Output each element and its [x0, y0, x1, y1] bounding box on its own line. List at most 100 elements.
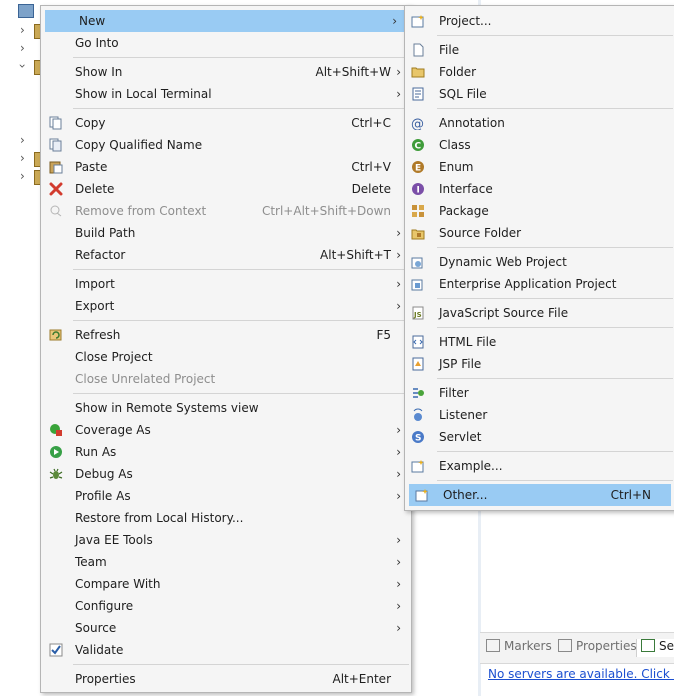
menu-item-coverage-as[interactable]: Coverage As › — [41, 419, 411, 441]
shortcut-label: F5 — [376, 328, 391, 342]
submenu-arrow-icon: › — [396, 248, 401, 262]
submenu-item-folder[interactable]: Folder — [405, 61, 674, 83]
submenu-item-jsp-file[interactable]: JSP File — [405, 353, 674, 375]
tab-servers-label: Se — [659, 639, 674, 653]
tree-row[interactable]: › — [0, 166, 46, 188]
tab-markers-label: Markers — [504, 639, 552, 653]
shortcut-label: Ctrl+Alt+Shift+Down — [261, 204, 391, 218]
submenu-item-package[interactable]: Package — [405, 200, 674, 222]
chevron-right-icon[interactable]: › — [20, 133, 25, 147]
source-folder-icon — [411, 229, 425, 240]
submenu-item-enum[interactable]: E Enum — [405, 156, 674, 178]
menu-item-build-path[interactable]: Build Path › — [41, 222, 411, 244]
submenu-item-jsp-file-label: JSP File — [439, 357, 482, 371]
menu-separator — [73, 393, 409, 394]
submenu-item-dynamic-web-project[interactable]: Dynamic Web Project — [405, 251, 674, 273]
menu-item-refactor[interactable]: Refactor Alt+Shift+T › — [41, 244, 411, 266]
menu-separator — [437, 108, 673, 109]
submenu-item-interface[interactable]: I Interface — [405, 178, 674, 200]
menu-item-java-ee-tools[interactable]: Java EE Tools › — [41, 529, 411, 551]
menu-item-paste[interactable]: Paste Ctrl+V — [41, 156, 411, 178]
submenu-item-annotation[interactable]: @ Annotation — [405, 112, 674, 134]
menu-item-configure[interactable]: Configure › — [41, 595, 411, 617]
menu-item-compare-with[interactable]: Compare With › — [41, 573, 411, 595]
submenu-item-example[interactable]: Example... — [405, 455, 674, 477]
chevron-down-icon[interactable]: › — [15, 64, 29, 69]
menu-item-copy[interactable]: Copy Ctrl+C — [41, 112, 411, 134]
menu-item-import[interactable]: Import › — [41, 273, 411, 295]
menu-separator — [437, 35, 673, 36]
tab-properties[interactable]: Properties — [558, 639, 637, 657]
submenu-arrow-icon: › — [392, 14, 397, 28]
submenu-item-other[interactable]: Other... Ctrl+N — [409, 484, 671, 506]
menu-separator — [73, 57, 409, 58]
menu-item-close-unrelated-label: Close Unrelated Project — [75, 372, 216, 386]
submenu-arrow-icon: › — [396, 87, 401, 101]
submenu-arrow-icon: › — [396, 445, 401, 459]
interface-icon: I — [412, 183, 424, 196]
submenu-item-annotation-label: Annotation — [439, 116, 505, 130]
menu-item-team[interactable]: Team › — [41, 551, 411, 573]
submenu-item-sql-file[interactable]: SQL File — [405, 83, 674, 105]
menu-item-properties[interactable]: Properties Alt+Enter — [41, 668, 411, 690]
menu-item-copy-qualified-name[interactable]: Copy Qualified Name — [41, 134, 411, 156]
submenu-arrow-icon: › — [396, 226, 401, 240]
chevron-right-icon[interactable]: › — [20, 41, 25, 55]
markers-icon — [486, 639, 500, 652]
submenu-item-javascript-source-file[interactable]: JS JavaScript Source File — [405, 302, 674, 324]
svg-text:S: S — [415, 434, 421, 444]
submenu-item-filter[interactable]: Filter — [405, 382, 674, 404]
menu-item-show-remote-label: Show in Remote Systems view — [75, 401, 259, 415]
submenu-arrow-icon: › — [396, 577, 401, 591]
svg-text:JS: JS — [413, 311, 422, 319]
menu-item-validate[interactable]: Validate — [41, 639, 411, 661]
debug-bug-icon — [49, 468, 63, 479]
submenu-item-html-file[interactable]: HTML File — [405, 331, 674, 353]
svg-text:I: I — [417, 186, 420, 196]
menu-item-close-unrelated-project[interactable]: Close Unrelated Project — [41, 368, 411, 390]
chevron-right-icon[interactable]: › — [20, 23, 25, 37]
tab-properties-label: Properties — [576, 639, 637, 653]
menu-item-show-in-terminal[interactable]: Show in Local Terminal › — [41, 83, 411, 105]
tree-row[interactable]: › — [0, 56, 46, 78]
tab-servers[interactable]: Se — [636, 639, 674, 657]
paste-icon — [49, 161, 63, 174]
menu-item-export[interactable]: Export › — [41, 295, 411, 317]
submenu-item-servlet[interactable]: S Servlet — [405, 426, 674, 448]
menu-item-source[interactable]: Source › — [41, 617, 411, 639]
menu-item-profile-as[interactable]: Profile As › — [41, 485, 411, 507]
menu-item-run-as[interactable]: Run As › — [41, 441, 411, 463]
context-menu: New › Go Into Show In Alt+Shift+W › Show… — [40, 5, 412, 693]
menu-item-go-into[interactable]: Go Into — [41, 32, 411, 54]
submenu-item-enterprise-application-project[interactable]: Enterprise Application Project — [405, 273, 674, 295]
package-icon — [412, 205, 424, 217]
menu-item-show-in[interactable]: Show In Alt+Shift+W › — [41, 61, 411, 83]
submenu-arrow-icon: › — [396, 277, 401, 291]
menu-item-restore-local-history[interactable]: Restore from Local History... — [41, 507, 411, 529]
menu-item-close-project[interactable]: Close Project — [41, 346, 411, 368]
submenu-item-listener[interactable]: Listener — [405, 404, 674, 426]
menu-item-delete[interactable]: Delete Delete — [41, 178, 411, 200]
menu-item-show-in-remote-systems[interactable]: Show in Remote Systems view — [41, 397, 411, 419]
no-servers-link[interactable]: No servers are available. Click this — [488, 667, 674, 681]
submenu-item-file[interactable]: File — [405, 39, 674, 61]
menu-item-refresh[interactable]: Refresh F5 — [41, 324, 411, 346]
menu-item-export-label: Export — [75, 299, 115, 313]
menu-item-remove-from-context[interactable]: Remove from Context Ctrl+Alt+Shift+Down — [41, 200, 411, 222]
html-file-icon — [412, 335, 424, 349]
tab-markers[interactable]: Markers — [486, 639, 552, 657]
shortcut-label: Ctrl+V — [351, 160, 391, 174]
menu-item-debug-as[interactable]: Debug As › — [41, 463, 411, 485]
submenu-arrow-icon: › — [396, 599, 401, 613]
enum-icon: E — [412, 161, 424, 174]
menu-item-import-label: Import — [75, 277, 115, 291]
sql-file-icon — [412, 87, 424, 101]
menu-item-new[interactable]: New › — [45, 10, 407, 32]
views-tab-bar: Markers Properties Se — [480, 632, 674, 664]
submenu-item-project[interactable]: Project... — [405, 10, 674, 32]
submenu-item-source-folder[interactable]: Source Folder — [405, 222, 674, 244]
chevron-right-icon[interactable]: › — [20, 151, 25, 165]
submenu-item-class[interactable]: C Class — [405, 134, 674, 156]
chevron-right-icon[interactable]: › — [20, 169, 25, 183]
menu-separator — [437, 327, 673, 328]
